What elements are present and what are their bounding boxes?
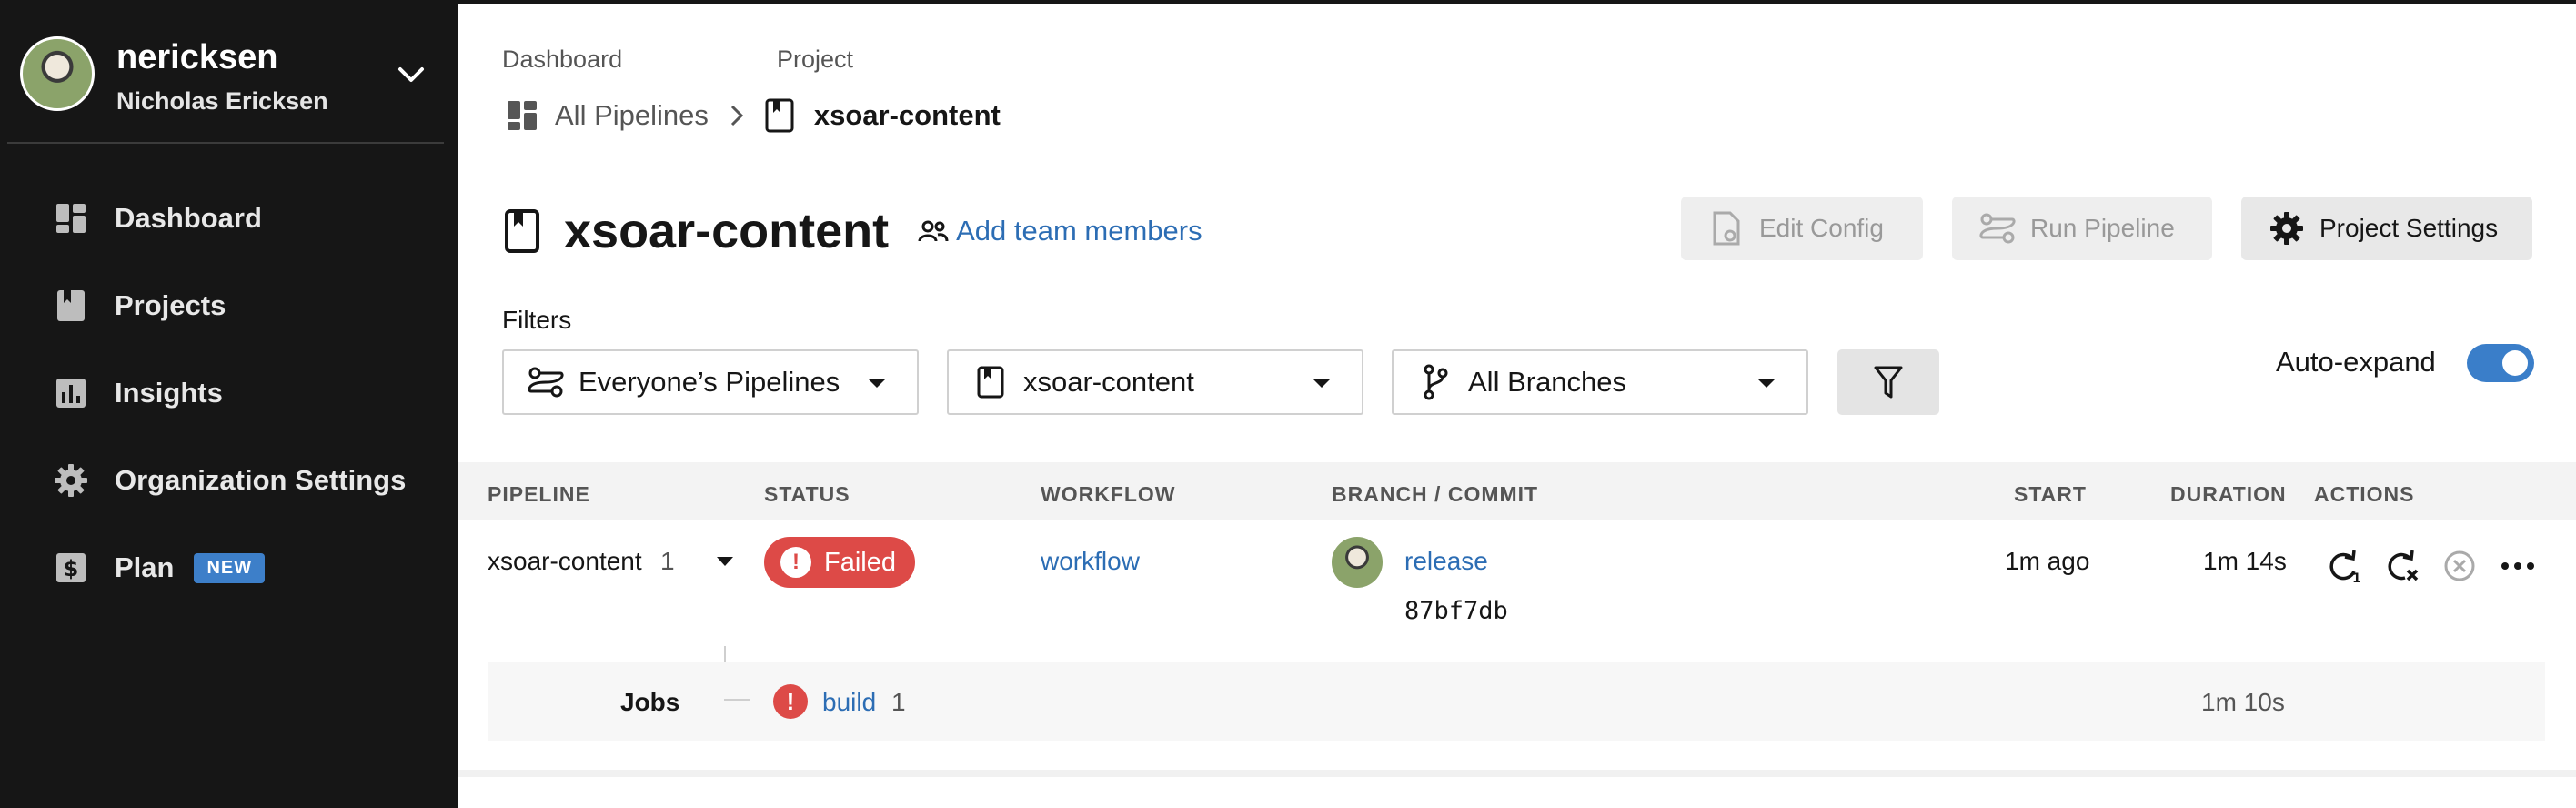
job-number: 1 <box>891 688 906 716</box>
dollar-icon: $ <box>53 550 89 586</box>
svg-text:1: 1 <box>2352 571 2361 584</box>
run-pipeline-label: Run Pipeline <box>2030 214 2175 242</box>
pipeline-name[interactable]: xsoar-content <box>488 547 642 576</box>
pipeline-icon <box>1979 210 2016 247</box>
auto-expand-toggle[interactable] <box>2467 344 2534 382</box>
dashboard-icon <box>53 200 89 237</box>
file-settings-icon <box>1708 210 1745 247</box>
project-icon <box>763 97 796 134</box>
breadcrumb-project-name[interactable]: xsoar-content <box>814 99 1001 132</box>
status-badge: ! Failed <box>764 537 915 588</box>
toggle-knob <box>2502 350 2528 376</box>
workflow-link[interactable]: workflow <box>1041 547 1140 576</box>
edit-config-button[interactable]: Edit Config <box>1681 197 1923 260</box>
job-link[interactable]: build <box>822 688 876 717</box>
sidebar-item-organization-settings[interactable]: Organization Settings <box>0 437 458 524</box>
dashboard-icon <box>504 97 540 134</box>
sidebar-item-label: Dashboard <box>115 202 262 234</box>
sidebar-item-insights[interactable]: Insights <box>0 349 458 437</box>
branch-link[interactable]: release <box>1404 547 1488 576</box>
pipelines-filter-value: Everyone’s Pipelines <box>579 366 840 398</box>
project-icon <box>504 208 540 254</box>
filter-button[interactable] <box>1837 349 1939 415</box>
breadcrumb-project-label: Project <box>777 45 854 73</box>
add-team-members-label: Add team members <box>956 215 1202 247</box>
projects-icon <box>53 288 89 324</box>
column-header-duration: DURATION <box>2170 482 2287 506</box>
breadcrumb-dashboard-label: Dashboard <box>502 45 623 73</box>
sidebar-item-label: Insights <box>115 377 223 409</box>
project-settings-button[interactable]: Project Settings <box>2241 197 2532 260</box>
expand-caret-icon[interactable] <box>717 557 733 566</box>
table-bottom-border <box>458 770 2576 777</box>
gear-icon <box>2269 210 2305 247</box>
column-header-actions: ACTIONS <box>2314 482 2415 506</box>
more-options-icon[interactable] <box>2498 546 2538 586</box>
people-icon <box>918 218 949 244</box>
branch-filter-value: All Branches <box>1468 366 1627 398</box>
branch-icon <box>1417 364 1454 400</box>
pipeline-icon <box>528 364 564 400</box>
column-header-branch-commit: BRANCH / COMMIT <box>1332 482 1539 506</box>
sidebar-nav: Dashboard Projects Insights Organization… <box>0 175 458 611</box>
column-header-status: STATUS <box>764 482 850 506</box>
svg-text:$: $ <box>64 556 79 581</box>
breadcrumb-all-pipelines[interactable]: All Pipelines <box>555 99 709 132</box>
sidebar-item-plan[interactable]: $ Plan NEW <box>0 524 458 611</box>
edit-config-label: Edit Config <box>1759 214 1884 242</box>
status-label: Failed <box>824 547 896 577</box>
commit-hash[interactable]: 87bf7db <box>1404 597 1508 625</box>
sidebar-item-label: Organization Settings <box>115 464 407 496</box>
pipelines-filter-select[interactable]: Everyone’s Pipelines <box>502 349 919 415</box>
username: nericksen <box>116 38 278 76</box>
funnel-icon <box>1873 364 1904 400</box>
page-title: xsoar-content <box>564 204 890 258</box>
project-filter-select[interactable]: xsoar-content <box>947 349 1363 415</box>
sidebar-item-dashboard[interactable]: Dashboard <box>0 175 458 262</box>
filters-label: Filters <box>502 306 572 334</box>
table-header: PIPELINE STATUS WORKFLOW BRANCH / COMMIT… <box>458 462 2576 520</box>
duration: 1m 14s <box>2203 547 2287 575</box>
jobs-label: Jobs <box>620 688 680 716</box>
caret-down-icon <box>1313 379 1331 388</box>
column-header-pipeline: PIPELINE <box>488 482 590 506</box>
insights-icon <box>53 375 89 411</box>
start-time: 1m ago <box>2005 547 2090 575</box>
alert-icon: ! <box>780 547 811 578</box>
cancel-icon[interactable] <box>2440 546 2480 586</box>
avatar <box>20 36 95 111</box>
caret-down-icon <box>868 379 886 388</box>
avatar <box>1332 537 1383 588</box>
chevron-down-icon[interactable] <box>391 58 431 91</box>
sidebar-item-projects[interactable]: Projects <box>0 262 458 349</box>
project-filter-value: xsoar-content <box>1023 366 1194 398</box>
rerun-failed-icon[interactable] <box>2381 546 2421 586</box>
caret-down-icon <box>1757 379 1776 388</box>
column-header-workflow: WORKFLOW <box>1041 482 1176 506</box>
user-full-name: Nicholas Ericksen <box>116 87 328 115</box>
new-badge: NEW <box>194 552 266 583</box>
run-pipeline-button[interactable]: Run Pipeline <box>1952 197 2212 260</box>
chevron-right-icon <box>729 103 745 128</box>
sidebar-divider <box>7 142 444 144</box>
page-header: xsoar-content Add team members <box>504 195 1202 268</box>
jobs-connector <box>724 699 750 701</box>
column-header-start: START <box>2014 482 2087 506</box>
branch-filter-select[interactable]: All Branches <box>1392 349 1808 415</box>
pipeline-number: 1 <box>660 547 675 575</box>
gear-icon <box>53 462 89 499</box>
sidebar-item-label: Plan <box>115 551 175 583</box>
sidebar: nericksen Nicholas Ericksen Dashboard Pr… <box>0 4 458 808</box>
job-duration: 1m 10s <box>2201 688 2285 716</box>
add-team-members-link[interactable]: Add team members <box>918 215 1202 247</box>
project-settings-label: Project Settings <box>2319 214 2499 242</box>
user-menu[interactable]: nericksen Nicholas Ericksen <box>0 4 458 142</box>
breadcrumb: All Pipelines xsoar-content <box>504 95 1001 136</box>
auto-expand-label: Auto-expand <box>2276 346 2436 378</box>
alert-icon: ! <box>773 684 808 719</box>
main-content: Dashboard Project All Pipelines xsoar-co… <box>458 4 2576 808</box>
project-icon <box>972 364 1009 400</box>
sidebar-item-label: Projects <box>115 289 226 321</box>
rerun-icon[interactable]: 1 <box>2323 546 2363 586</box>
